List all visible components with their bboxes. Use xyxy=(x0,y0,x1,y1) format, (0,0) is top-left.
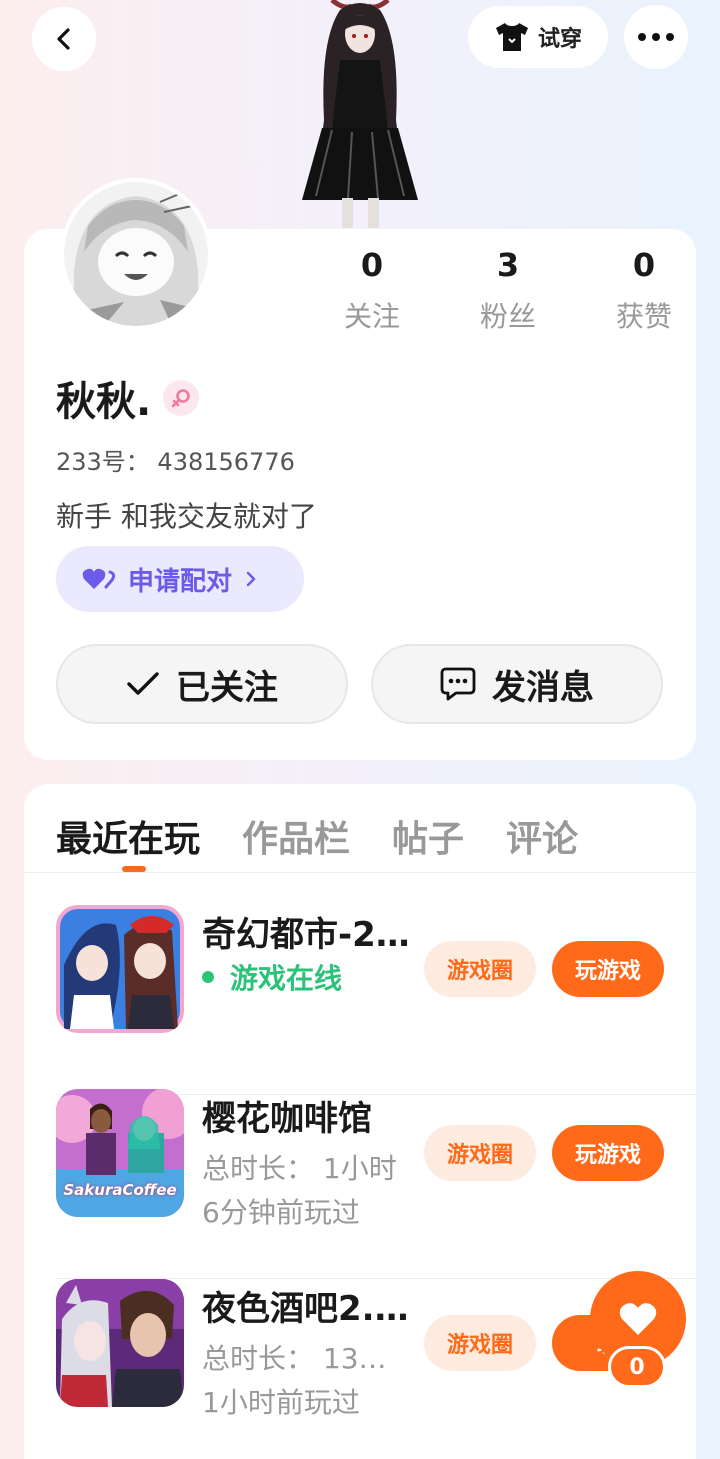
game-last-played: 6分钟前玩过 xyxy=(202,1196,360,1229)
try-on-label: 试穿 xyxy=(537,27,582,52)
chevron-right-icon xyxy=(246,571,256,587)
game-circle-button[interactable]: 游戏圈 xyxy=(424,1315,536,1371)
game-row[interactable]: 奇幻都市-2… 游戏在线 游戏圈 玩游戏 xyxy=(56,905,696,1095)
send-message-label: 发消息 xyxy=(492,667,594,708)
tab-bar: 最近在玩 作品栏 帖子 评论 xyxy=(56,810,578,862)
game-circle-button[interactable]: 游戏圈 xyxy=(424,1125,536,1181)
user-id: 233号： 438156776 xyxy=(56,448,295,476)
stat-fans[interactable]: 3 粉丝 xyxy=(440,243,576,335)
tab-works[interactable]: 作品栏 xyxy=(242,810,350,862)
likes-count: 0 xyxy=(632,246,656,284)
play-game-button[interactable]: 玩游戏 xyxy=(552,941,664,997)
game-title: 奇幻都市-2… xyxy=(202,915,410,955)
fans-count: 3 xyxy=(496,246,520,284)
online-label: 游戏在线 xyxy=(230,962,343,995)
game-row[interactable]: SakuraCoffee 樱花咖啡馆 总时长： 1小时 6分钟前玩过 游戏圈 玩… xyxy=(56,1089,696,1279)
username-row: 秋秋. xyxy=(56,369,200,427)
divider xyxy=(24,872,696,873)
tab-recently-played[interactable]: 最近在玩 xyxy=(56,810,200,862)
avatar-character-image[interactable] xyxy=(292,0,428,232)
back-button[interactable] xyxy=(32,7,96,71)
game-last-played: 1小时前玩过 xyxy=(202,1386,360,1419)
game-online-status: 游戏在线 xyxy=(202,957,342,997)
tab-posts[interactable]: 帖子 xyxy=(392,810,464,862)
chat-bubble-icon xyxy=(440,667,476,701)
online-dot-icon xyxy=(202,971,214,983)
fans-label: 粉丝 xyxy=(479,300,536,333)
apply-match-button[interactable]: 申请配对 xyxy=(56,546,304,612)
game-icon-fantasy-city[interactable] xyxy=(56,905,184,1033)
stats-row: 0 关注 3 粉丝 0 获赞 xyxy=(304,243,712,335)
game-icon-night-bar[interactable] xyxy=(56,1279,184,1407)
heart-icon xyxy=(619,1303,657,1335)
more-button[interactable] xyxy=(624,5,688,69)
following-label: 关注 xyxy=(343,300,400,333)
ellipsis-icon xyxy=(638,33,674,41)
sakura-coffee-logo-text: SakuraCoffee xyxy=(63,1181,177,1199)
following-count: 0 xyxy=(360,246,384,284)
heart-pair-icon xyxy=(82,568,116,589)
check-icon xyxy=(127,672,159,695)
play-game-button[interactable]: 玩游戏 xyxy=(552,1125,664,1181)
followed-button[interactable]: 已关注 xyxy=(56,644,348,724)
user-avatar[interactable] xyxy=(60,178,212,330)
female-icon xyxy=(163,380,200,416)
followed-label: 已关注 xyxy=(176,667,278,708)
content-card: 最近在玩 作品栏 帖子 评论 奇幻都市-2… 游戏在线 游戏圈 玩游戏 Saku… xyxy=(24,784,696,1459)
apply-match-label: 申请配对 xyxy=(128,566,233,597)
chevron-left-icon xyxy=(57,28,70,50)
game-total-time: 总时长： 13… xyxy=(202,1342,387,1375)
stat-likes[interactable]: 0 获赞 xyxy=(576,243,712,335)
user-bio: 新手 和我交友就对了 xyxy=(56,500,317,533)
tab-comments[interactable]: 评论 xyxy=(506,810,578,862)
game-circle-button[interactable]: 游戏圈 xyxy=(424,941,536,997)
likes-label: 获赞 xyxy=(615,300,672,333)
tshirt-icon xyxy=(495,23,528,51)
game-title: 樱花咖啡馆 xyxy=(202,1099,372,1139)
stat-following[interactable]: 0 关注 xyxy=(304,243,440,335)
try-on-button[interactable]: 试穿 xyxy=(468,6,608,68)
game-total-time: 总时长： 1小时 xyxy=(202,1152,397,1185)
send-message-button[interactable]: 发消息 xyxy=(371,644,663,724)
username: 秋秋. xyxy=(56,379,152,425)
game-title: 夜色酒吧2.… xyxy=(202,1289,409,1329)
like-count-badge: 0 xyxy=(608,1346,666,1388)
game-icon-sakura-coffee[interactable]: SakuraCoffee xyxy=(56,1089,184,1217)
